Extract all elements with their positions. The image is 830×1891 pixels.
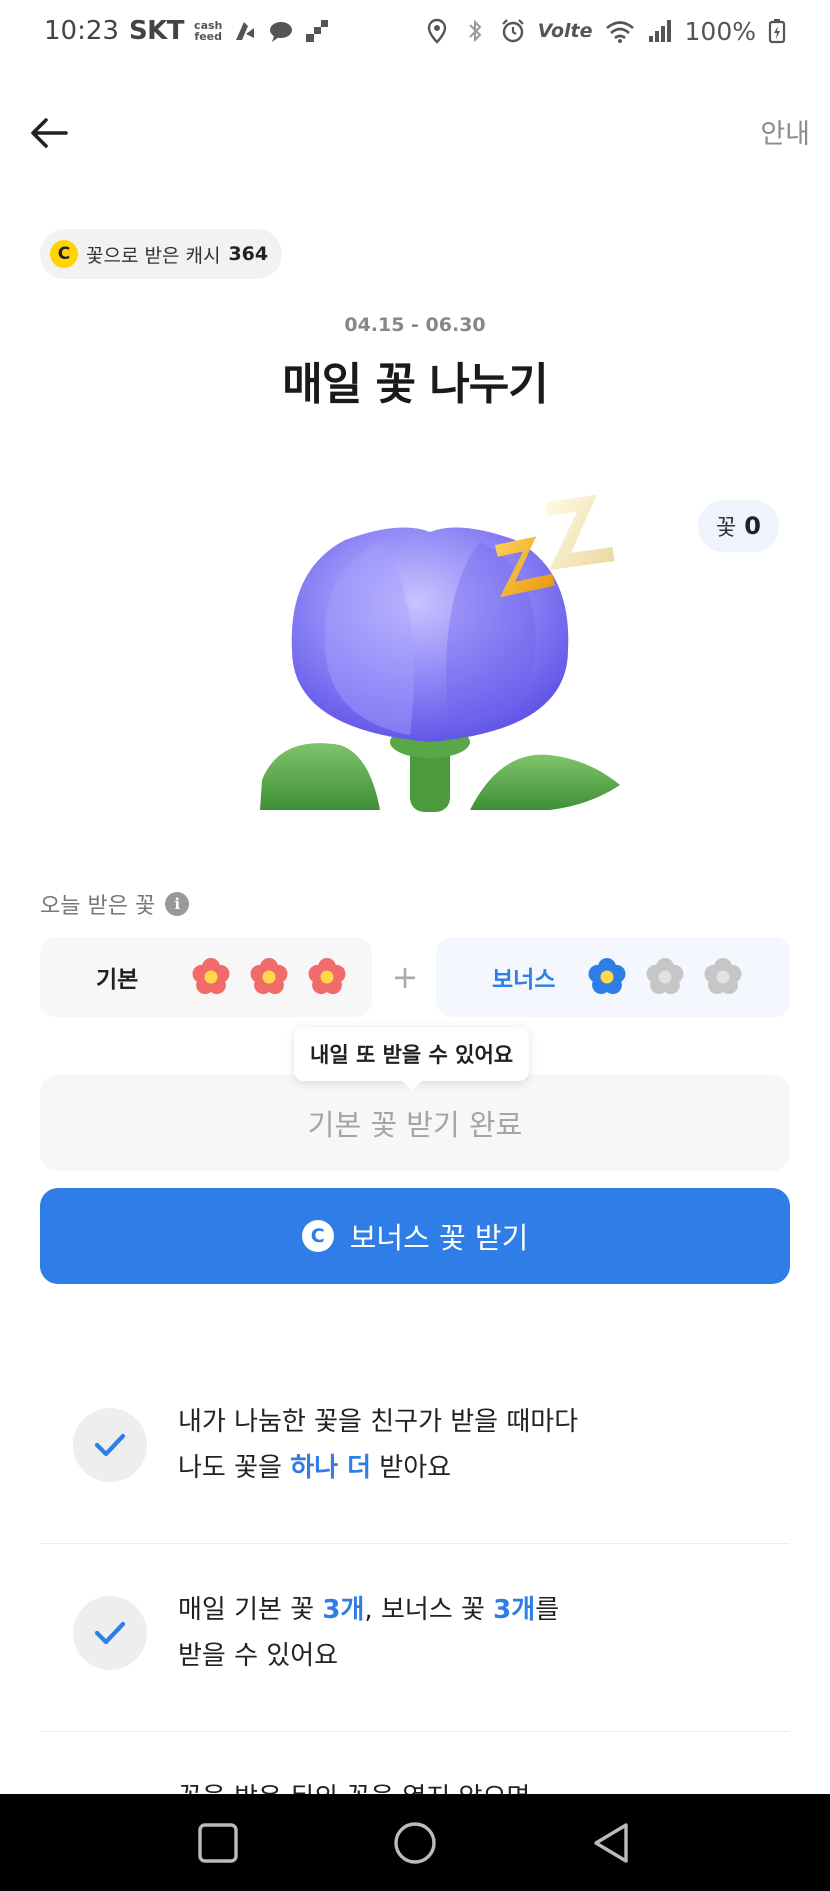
alarm-icon [501, 19, 524, 43]
bonus-button-label: 보너스 꽃 받기 [349, 1221, 529, 1255]
check-circle-icon [73, 1408, 147, 1482]
check-circle-icon [73, 1596, 147, 1670]
basic-flower-box: 기본 [40, 937, 372, 1017]
get-bonus-flower-button[interactable]: C 보너스 꽃 받기 [40, 1188, 790, 1284]
cashfeed-logo-icon: cash feed [194, 19, 223, 43]
status-bar: 10:23 SKT cash feed Volte 100% [0, 0, 830, 62]
cash-chip-amount: 364 [228, 243, 269, 265]
location-icon [427, 18, 446, 44]
flower-filled-icon [192, 958, 230, 995]
info-icon[interactable]: i [165, 892, 190, 916]
cash-coin-icon: C [50, 240, 78, 268]
square-icon [198, 1822, 239, 1863]
flower-count-value: 0 [744, 512, 761, 540]
stairs-icon [306, 20, 329, 42]
guide-link[interactable]: 안내 [760, 112, 810, 151]
signal-icon [648, 20, 671, 42]
page-title: 매일 꽃 나누기 [282, 359, 549, 410]
triangle-back-icon [593, 1822, 628, 1863]
flower-filled-icon [588, 958, 626, 995]
event-period: 04.15 - 06.30 [344, 314, 486, 336]
back-button[interactable] [582, 1813, 642, 1873]
header: 안내 [0, 100, 830, 166]
status-carrier: SKT [128, 16, 185, 46]
screen: 10:23 SKT cash feed Volte 100% 안내 C 꽃으로 받… [0, 0, 830, 1891]
plus-sign: + [391, 958, 419, 996]
flower-filled-icon [250, 958, 288, 995]
home-button[interactable] [385, 1813, 445, 1873]
divider [40, 1543, 790, 1544]
cash-chip-label: 꽃으로 받은 캐시 [86, 244, 221, 267]
flower-count-badge: 꽃 0 [698, 500, 779, 552]
flower-empty-icon [646, 958, 684, 995]
benefit-text: 매일 기본 꽃 3개, 보너스 꽃 3개를 받을 수 있어요 [178, 1595, 560, 1671]
tomorrow-tooltip: 내일 또 받을 수 있어요 [294, 1027, 530, 1091]
basic-flower-list [190, 956, 348, 998]
flower-count-label: 꽃 [716, 516, 737, 541]
bonus-flower-box: 보너스 [436, 937, 790, 1017]
bonus-flower-list [586, 956, 744, 998]
cash-earned-chip[interactable]: C 꽃으로 받은 캐시 364 [40, 229, 283, 279]
sleeping-flower-illustration [260, 494, 620, 812]
bonus-flower-label: 보너스 [492, 967, 556, 993]
volte-icon: Volte [537, 20, 593, 42]
today-received-label: 오늘 받은 꽃 i [40, 888, 190, 920]
today-label-text: 오늘 받은 꽃 [40, 894, 156, 919]
status-time: 10:23 [44, 16, 119, 46]
circle-icon [394, 1821, 436, 1864]
flower-empty-icon [704, 958, 742, 995]
benefit-item: 매일 기본 꽃 3개, 보너스 꽃 3개를 받을 수 있어요 [40, 1558, 790, 1708]
coin-icon: C [301, 1220, 334, 1252]
battery-charging-icon [768, 19, 786, 44]
notification-app-icon [236, 22, 255, 40]
benefit-text: 내가 나눔한 꽃을 친구가 받을 때마다 나도 꽃을 하나 더 받아요 [178, 1407, 579, 1483]
flower-filled-icon [308, 958, 346, 995]
bluetooth-icon [468, 19, 482, 43]
back-arrow-icon[interactable] [26, 110, 72, 156]
recent-apps-button[interactable] [188, 1813, 248, 1873]
battery-percent: 100% [684, 16, 756, 46]
benefit-item: 내가 나눔한 꽃을 친구가 받을 때마다 나도 꽃을 하나 더 받아요 [40, 1370, 790, 1520]
benefit-text-cutoff: 꽃을 받은 뒤의 꽃을 열지 않으면 [178, 1778, 530, 1794]
divider [40, 1731, 790, 1732]
basic-flower-label: 기본 [96, 967, 139, 993]
cloud-chat-icon [270, 22, 293, 42]
system-navigation-bar [0, 1794, 830, 1891]
wifi-icon [605, 21, 634, 43]
